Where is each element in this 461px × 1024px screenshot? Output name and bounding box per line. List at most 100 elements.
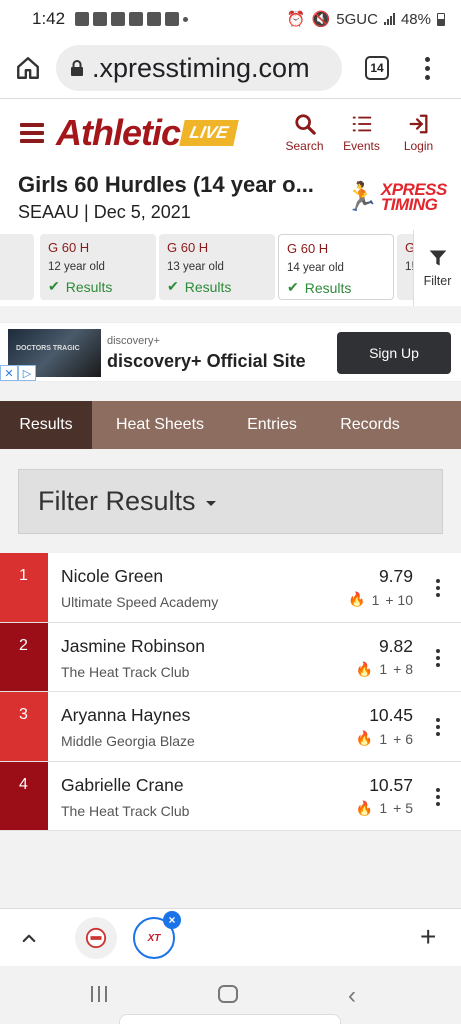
heat-icon: 🔥 — [355, 730, 374, 746]
check-icon: ✔ — [167, 278, 179, 294]
address-bar[interactable]: .xpresstiming.com — [56, 45, 342, 91]
site-header: Athletic LIVE Search Events Login — [0, 98, 461, 166]
header-nav: Search Events Login — [276, 113, 447, 153]
event-card-status: Results — [184, 278, 232, 295]
event-card-name: G 60 H — [48, 240, 90, 255]
nav-search-label: Search — [285, 138, 324, 153]
hamburger-menu-icon[interactable] — [20, 122, 44, 143]
heat-number: 1 — [371, 591, 380, 608]
nav-login-label: Login — [403, 138, 434, 153]
team-name[interactable]: The Heat Track Club — [61, 664, 189, 680]
chevron-up-icon[interactable] — [20, 929, 38, 947]
event-subtitle: SEAAU | Dec 5, 2021 — [18, 202, 191, 222]
ad-signup-button[interactable]: Sign Up — [337, 332, 451, 374]
back-icon[interactable]: ‹ — [348, 982, 356, 1010]
place-badge: 1 — [0, 553, 48, 622]
heat-icon: 🔥 — [348, 591, 366, 607]
event-selector: G 60 H 12 year old ✔ Results G 60 H 13 ye… — [0, 230, 461, 306]
system-nav-bar: ‹ — [0, 966, 461, 1024]
heat-icon: 🔥 — [355, 799, 374, 816]
ad-title: discovery+ Official Site — [107, 351, 306, 371]
tab-switcher-button[interactable]: 14 — [342, 56, 412, 80]
row-menu-icon[interactable] — [436, 718, 440, 736]
tab-records[interactable]: Records — [316, 401, 424, 449]
event-card-13[interactable]: G 60 H 13 year old ✔ Results — [159, 234, 275, 300]
heat-number: 1 — [379, 730, 388, 747]
event-card-prev[interactable] — [0, 234, 34, 300]
row-menu-icon[interactable] — [436, 579, 440, 597]
brand-line-2: TIMING — [380, 194, 438, 214]
new-tab-button[interactable]: + — [420, 921, 436, 953]
athlete-name[interactable]: Aryanna Haynes — [61, 705, 190, 726]
url-text: .xpresstiming.com — [92, 52, 310, 83]
close-tab-icon[interactable]: × — [163, 911, 181, 929]
team-name[interactable]: Middle Georgia Blaze — [61, 733, 195, 749]
result-row[interactable]: 3 Aryanna Haynes Middle Georgia Blaze 10… — [0, 692, 461, 762]
athletic-live-logo[interactable]: Athletic LIVE — [56, 112, 239, 154]
app-icon — [93, 12, 108, 26]
home-icon — [17, 57, 39, 79]
event-card-status: Results — [304, 279, 352, 296]
ad-advertiser: discovery+ — [107, 335, 160, 347]
browser-menu-button[interactable] — [412, 56, 442, 80]
event-card-14-selected[interactable]: G 60 H 14 year old ✔ Results — [278, 234, 394, 300]
lock-icon — [71, 60, 83, 76]
result-mark: 9.82 — [378, 635, 413, 656]
tab-results[interactable]: Results — [0, 401, 92, 449]
athlete-name[interactable]: Nicole Green — [61, 566, 163, 587]
ad-choices-icon[interactable]: ▷ — [18, 365, 36, 381]
check-icon: ✔ — [48, 278, 60, 294]
athlete-name[interactable]: Gabrielle Crane — [61, 775, 184, 796]
result-mark: 10.45 — [369, 705, 413, 725]
athlete-name[interactable]: Jasmine Robinson — [61, 636, 205, 657]
place-badge: 4 — [0, 761, 48, 830]
recent-apps-icon[interactable] — [91, 986, 107, 1002]
gesture-handle — [119, 1014, 341, 1024]
result-row[interactable]: 2 Jasmine Robinson The Heat Track Club 9… — [0, 622, 461, 692]
mute-icon: 🔇 — [311, 11, 331, 28]
event-title: Girls 60 Hurdles (14 year o... — [18, 172, 314, 197]
ad-close-icon[interactable]: ✕ — [0, 365, 18, 381]
nav-search[interactable]: Search — [276, 113, 333, 153]
points: + 6 — [393, 730, 413, 747]
points: + 5 — [393, 800, 413, 816]
tab-entries[interactable]: Entries — [228, 401, 316, 449]
filter-button[interactable]: Filter — [413, 230, 461, 306]
xpress-timing-logo: 🏃 XPRESS TIMING — [344, 180, 447, 213]
row-menu-icon[interactable] — [436, 787, 440, 806]
result-row[interactable]: 4 Gabrielle Crane The Heat Track Club 10… — [0, 761, 461, 831]
signal-icon — [383, 13, 395, 25]
instagram-icon — [111, 12, 126, 26]
nav-login[interactable]: Login — [390, 113, 447, 153]
event-card-age: 12 year old — [48, 261, 105, 273]
event-card-12[interactable]: G 60 H 12 year old ✔ Results — [40, 234, 156, 300]
login-icon — [409, 114, 427, 133]
row-menu-icon[interactable] — [436, 648, 440, 667]
search-icon — [294, 113, 316, 135]
result-row[interactable]: 1 Nicole Green Ultimate Speed Academy 9.… — [0, 553, 461, 623]
ad-banner[interactable]: DOCTORS TRAGIC discovery+ discovery+ Off… — [0, 322, 461, 382]
points: + 8 — [393, 661, 413, 677]
image-icon — [165, 12, 180, 26]
tab-heat-sheets[interactable]: Heat Sheets — [92, 401, 228, 449]
team-name[interactable]: The Heat Track Club — [61, 803, 189, 819]
ring-icon — [75, 12, 90, 26]
battery-label: 48% — [400, 10, 431, 28]
logo-badge: LIVE — [179, 119, 239, 146]
nav-events[interactable]: Events — [333, 113, 390, 153]
filter-results-label: Filter Results — [38, 486, 196, 516]
results-tabs: Results Heat Sheets Entries Records — [0, 401, 461, 449]
home-nav-icon[interactable] — [218, 985, 238, 1003]
caret-down-icon — [205, 501, 216, 506]
event-card-age: 14 year old — [287, 262, 344, 274]
cloud-icon — [147, 12, 162, 26]
place-badge: 3 — [0, 692, 48, 761]
nav-events-label: Events — [343, 138, 380, 153]
alarm-icon: ⏰ — [286, 11, 306, 28]
status-time: 1:42 — [32, 9, 66, 28]
team-name[interactable]: Ultimate Speed Academy — [61, 594, 218, 610]
tab-xpress-timing[interactable]: XT × — [133, 911, 181, 959]
home-button[interactable] — [0, 38, 56, 98]
tab-athletic-live[interactable] — [75, 917, 117, 959]
filter-results-dropdown[interactable]: Filter Results — [18, 469, 443, 534]
